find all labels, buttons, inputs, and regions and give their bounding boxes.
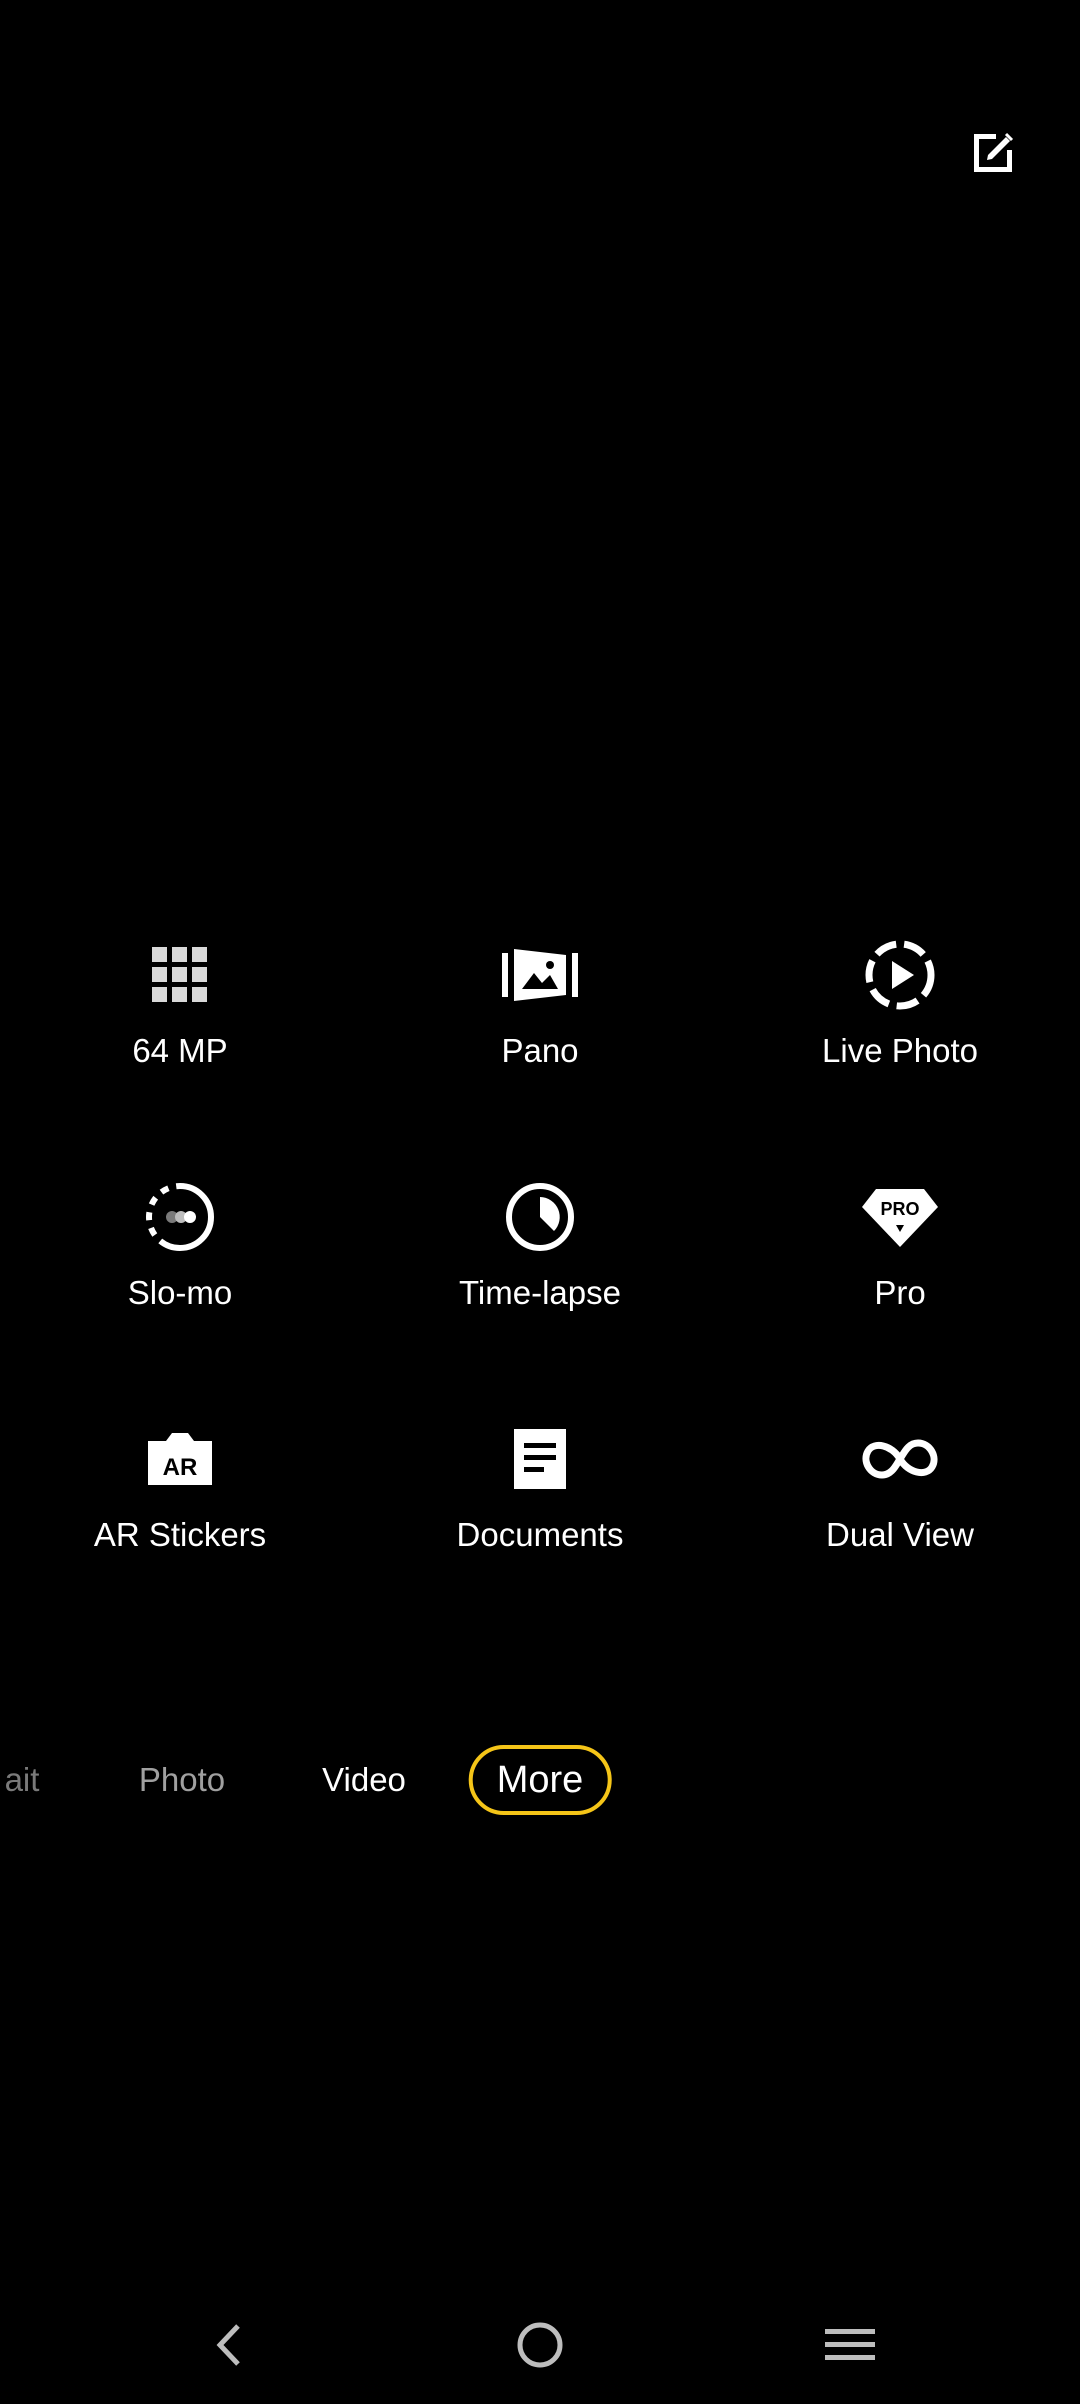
edit-square-icon xyxy=(974,132,1014,172)
mode-label: Slo-mo xyxy=(127,1274,233,1311)
home-circle-icon xyxy=(517,2322,563,2368)
mode-label: 64 MP xyxy=(132,1032,228,1069)
mode-label: Documents xyxy=(456,1516,624,1553)
mode-pro[interactable]: PRO Pro xyxy=(750,1172,1050,1372)
pro-badge-icon: PRO xyxy=(855,1172,945,1262)
mode-label: Pano xyxy=(501,1032,579,1069)
panorama-icon xyxy=(495,930,585,1020)
mode-label: Dual View xyxy=(826,1516,974,1553)
back-button[interactable] xyxy=(195,2310,265,2380)
ar-icon: AR xyxy=(135,1414,225,1504)
mode-time-lapse[interactable]: Time-lapse xyxy=(390,1172,690,1372)
tab-more[interactable]: More xyxy=(468,1745,612,1815)
mode-ar-stickers[interactable]: AR AR Stickers xyxy=(30,1414,330,1614)
mode-label: Live Photo xyxy=(822,1032,978,1069)
mode-label: Pro xyxy=(874,1274,926,1311)
document-icon xyxy=(495,1414,585,1504)
pro-badge-text: PRO xyxy=(880,1199,919,1219)
tab-portrait[interactable]: ait xyxy=(5,1745,40,1815)
system-nav-bar xyxy=(0,2300,1080,2390)
live-photo-icon xyxy=(855,930,945,1020)
mode-label: Time-lapse xyxy=(459,1274,621,1311)
mode-64mp[interactable]: 64 MP xyxy=(30,930,330,1130)
tab-photo[interactable]: Photo xyxy=(139,1745,225,1815)
mode-slo-mo[interactable]: Slo-mo xyxy=(30,1172,330,1372)
mode-switcher: ait Photo Video More xyxy=(0,1745,1080,1815)
edit-button[interactable] xyxy=(958,118,1028,188)
tab-video[interactable]: Video xyxy=(322,1745,406,1815)
mode-label: AR Stickers xyxy=(93,1516,267,1553)
menu-button[interactable] xyxy=(815,2310,885,2380)
back-chevron-icon xyxy=(216,2324,240,2366)
grid-icon xyxy=(135,930,225,1020)
clock-icon xyxy=(495,1172,585,1262)
mode-live-photo[interactable]: Live Photo xyxy=(750,930,1050,1130)
ar-icon-text: AR xyxy=(163,1454,198,1481)
menu-lines-icon xyxy=(825,2329,875,2360)
home-button[interactable] xyxy=(505,2310,575,2380)
infinity-icon xyxy=(855,1414,945,1504)
mode-documents[interactable]: Documents xyxy=(390,1414,690,1614)
slow-motion-icon xyxy=(135,1172,225,1262)
mode-dual-view[interactable]: Dual View xyxy=(750,1414,1050,1614)
mode-pano[interactable]: Pano xyxy=(390,930,690,1130)
